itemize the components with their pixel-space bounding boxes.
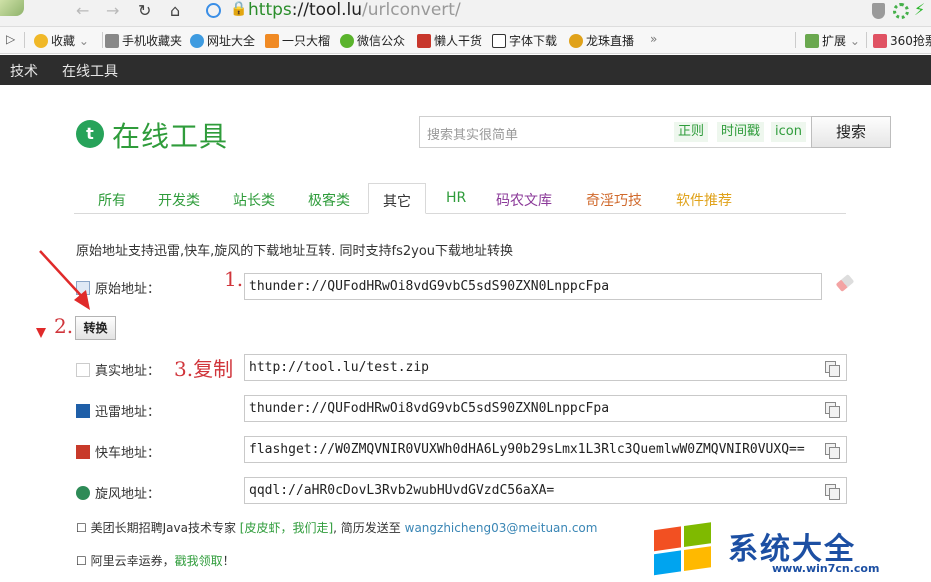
reload-icon[interactable]: ↻ xyxy=(138,1,151,20)
star-icon xyxy=(34,34,48,48)
search-input[interactable]: 搜索其实很简单 xyxy=(427,124,518,143)
watermark-url: www.win7cn.com xyxy=(772,562,880,575)
thunder-icon xyxy=(76,404,90,418)
tab-tricks[interactable]: 奇淫巧技 xyxy=(586,190,642,210)
grid-icon xyxy=(805,34,819,48)
annotation-arrow-icon xyxy=(36,250,90,338)
tab-dev[interactable]: 开发类 xyxy=(158,190,200,210)
back-icon[interactable]: ← xyxy=(76,1,89,20)
globe-icon xyxy=(190,34,204,48)
divider xyxy=(866,32,867,48)
search-button[interactable]: 搜索 xyxy=(811,116,891,148)
url-text[interactable]: https://tool.lu/urlconvert/ xyxy=(248,0,461,20)
more-bookmarks-icon[interactable]: » xyxy=(650,32,657,46)
real-address-field[interactable]: http://tool.lu/test.zip xyxy=(244,354,847,381)
logo-title[interactable]: 在线工具 xyxy=(112,115,228,155)
nav-online-tools[interactable]: 在线工具 xyxy=(62,61,118,81)
plus-icon xyxy=(265,34,279,48)
bookmarks-bar: ▷ 收藏 ⌄ 手机收藏夹 网址大全 一只大榴 微信公众 懒人干货 字体下载 龙珠… xyxy=(0,27,931,54)
bookmark-longzhu[interactable]: 龙珠直播 xyxy=(569,32,634,49)
flashget-address-label: 快车地址： xyxy=(76,442,160,461)
bookmark-favorites[interactable]: 收藏 ⌄ xyxy=(34,32,89,49)
real-address-label: 真实地址： xyxy=(76,360,160,379)
job-notice: ☐ 美团长期招聘Java技术专家 [皮皮虾，我们走], 简历发送至 wangzh… xyxy=(76,521,598,535)
forward-icon[interactable]: → xyxy=(106,1,119,20)
home-icon[interactable]: ⌂ xyxy=(170,1,180,20)
search-box: 搜索其实很简单 正则 时间戳 icon 搜索 xyxy=(419,116,891,148)
tab-webmaster[interactable]: 站长类 xyxy=(233,190,275,210)
eraser-icon[interactable] xyxy=(835,274,855,292)
coupon-notice: ☐ 阿里云幸运券，戳我领取！ xyxy=(76,554,235,568)
dragon-ball-icon xyxy=(569,34,583,48)
original-address-input[interactable]: thunder://QUFodHRwOi8vdG9vbC5sdS90ZXN0Ln… xyxy=(244,273,822,300)
bookmark-dazhang[interactable]: 一只大榴 xyxy=(265,32,330,49)
blank-file-icon xyxy=(76,363,90,377)
divider xyxy=(102,32,103,48)
flashget-icon xyxy=(76,445,90,459)
lock-icon: 🔒 xyxy=(230,1,248,17)
annotation-step-1: 1. xyxy=(224,267,244,291)
url-field[interactable]: 🔒 https://tool.lu/urlconvert/ xyxy=(200,0,860,23)
speed-bolt-icon[interactable]: ⚡ xyxy=(914,0,925,19)
copy-icon[interactable] xyxy=(825,484,840,500)
qqdl-address-field[interactable]: qqdl://aHR0cDovL3Rvb2wubHUvdGVzdC56aXA= xyxy=(244,477,847,504)
sidebar-toggle-icon[interactable]: ▷ xyxy=(6,32,15,46)
whirlwind-icon xyxy=(76,486,90,500)
email-link[interactable]: wangzhicheng03@meituan.com xyxy=(405,521,598,535)
bookmark-wechat[interactable]: 微信公众 xyxy=(340,32,405,49)
watermark: 系统大全 www.win7cn.com xyxy=(654,520,924,580)
divider xyxy=(795,32,796,48)
bookmark-mobile[interactable]: 手机收藏夹 xyxy=(105,32,182,49)
windows-logo-icon xyxy=(654,522,714,578)
divider xyxy=(24,32,25,48)
extensions-button[interactable]: 扩展 ⌄ xyxy=(805,32,860,49)
qqdl-address-label: 旋风地址： xyxy=(76,483,160,502)
folder-icon xyxy=(105,34,119,48)
wechat-icon xyxy=(340,34,354,48)
site-top-nav: 技术 在线工具 xyxy=(0,55,931,85)
bookmark-sites[interactable]: 网址大全 xyxy=(190,32,255,49)
search-tag-icon[interactable]: icon xyxy=(771,122,806,142)
tab-coder-library[interactable]: 码农文库 xyxy=(496,190,552,210)
copy-icon[interactable] xyxy=(825,361,840,377)
tab-other[interactable]: 其它 xyxy=(368,183,426,214)
bookmark-360[interactable]: 360抢票 xyxy=(873,32,931,49)
lazy-icon xyxy=(417,34,431,48)
font-icon xyxy=(492,34,506,48)
copy-icon[interactable] xyxy=(825,402,840,418)
job-link[interactable]: [皮皮虾，我们走] xyxy=(240,521,333,535)
thunder-address-label: 迅雷地址： xyxy=(76,401,160,420)
flashget-address-field[interactable]: flashget://W0ZMQVNIR0VUXWh0dHA6Ly90b29sL… xyxy=(244,436,847,463)
bookmark-lazy[interactable]: 懒人干货 xyxy=(417,32,482,49)
ticket-icon xyxy=(873,34,887,48)
tab-geek[interactable]: 极客类 xyxy=(308,190,350,210)
coupon-link[interactable]: 戳我领取 xyxy=(175,554,223,568)
annotation-step-3: 3.复制 xyxy=(174,357,234,381)
bookmark-fonts[interactable]: 字体下载 xyxy=(492,32,557,49)
address-bar: ← → ↻ ⌂ 🔒 https://tool.lu/urlconvert/ ⚡ xyxy=(0,0,931,27)
tab-software[interactable]: 软件推荐 xyxy=(676,190,732,210)
globe-icon xyxy=(206,3,221,18)
thunder-address-field[interactable]: thunder://QUFodHRwOi8vdG9vbC5sdS90ZXN0Ln… xyxy=(244,395,847,422)
shield-icon[interactable] xyxy=(872,3,885,19)
nav-tech[interactable]: 技术 xyxy=(10,61,38,81)
user-avatar-icon[interactable] xyxy=(0,0,24,16)
logo-icon[interactable]: t xyxy=(76,120,104,148)
copy-icon[interactable] xyxy=(825,443,840,459)
loading-ring-icon[interactable] xyxy=(893,3,909,19)
tab-all[interactable]: 所有 xyxy=(98,190,126,210)
search-tag-timestamp[interactable]: 时间戳 xyxy=(717,122,765,142)
tab-hr[interactable]: HR xyxy=(446,190,466,206)
category-tabs: 所有 开发类 站长类 极客类 其它 HR 码农文库 奇淫巧技 软件推荐 xyxy=(74,183,846,214)
search-tag-regex[interactable]: 正则 xyxy=(674,122,709,142)
tool-description: 原始地址支持迅雷,快车,旋风的下载地址互转. 同时支持fs2you下载地址转换 xyxy=(76,244,514,259)
